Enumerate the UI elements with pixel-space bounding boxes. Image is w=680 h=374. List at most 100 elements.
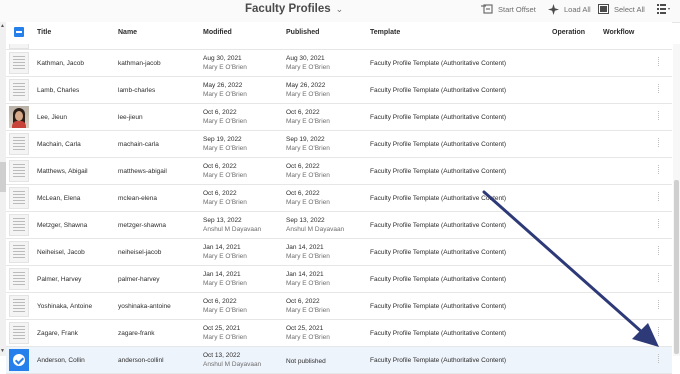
column-modified[interactable]: Modified <box>203 29 232 36</box>
document-thumbnail <box>9 79 29 101</box>
selected-check-icon[interactable] <box>9 349 29 371</box>
modified-date: Jan 14, 2021 <box>203 244 241 251</box>
published-date: Oct 6, 2022 <box>286 163 320 170</box>
row-name: zagare-frank <box>118 330 155 337</box>
published-by: Mary E O'Brien <box>286 118 330 125</box>
column-published[interactable]: Published <box>286 29 319 36</box>
published-by: Mary E O'Brien <box>286 91 330 98</box>
column-template[interactable]: Template <box>370 29 400 36</box>
start-offset-button[interactable]: Start Offset <box>481 4 536 14</box>
table-row[interactable]: Lee, Jieun lee-jieun Oct 6, 2022 Mary E O'B… <box>6 104 672 131</box>
modified-by: Mary E O'Brien <box>203 253 247 260</box>
row-title[interactable]: Kathman, Jacob <box>37 60 84 67</box>
more-actions-icon[interactable] <box>658 192 661 201</box>
more-actions-icon[interactable] <box>658 327 661 336</box>
row-title[interactable]: Zagare, Frank <box>37 330 78 337</box>
row-published: Oct 6, 2022 Mary E O'Brien <box>286 297 330 315</box>
more-actions-icon[interactable] <box>658 219 661 228</box>
published-date: May 26, 2022 <box>286 82 326 89</box>
row-template: Faculty Profile Template (Authoritative … <box>370 357 507 364</box>
right-scrollbar[interactable] <box>673 44 680 356</box>
column-workflow[interactable]: Workflow <box>603 29 634 36</box>
more-actions-icon[interactable] <box>658 111 661 120</box>
row-title[interactable]: Lamb, Charles <box>37 87 79 94</box>
column-title[interactable]: Title <box>37 29 51 36</box>
row-published: Jan 14, 2021 Mary E O'Brien <box>286 243 330 261</box>
row-published: Oct 6, 2022 Mary E O'Brien <box>286 189 330 207</box>
document-thumbnail <box>9 214 29 236</box>
table-row[interactable]: Kathman, Jacob kathman-jacob Aug 30, 2021 M… <box>6 50 672 77</box>
modified-by: Anshul M Dayavaan <box>203 226 262 233</box>
document-thumbnail <box>9 295 29 317</box>
published-by: Mary E O'Brien <box>286 145 330 152</box>
row-title[interactable]: Lee, Jieun <box>37 114 67 121</box>
row-modified: Jan 14, 2021 Mary E O'Brien <box>203 243 247 261</box>
table-row[interactable]: Lamb, Charles lamb-charles May 26, 2022 Mar… <box>6 77 672 104</box>
row-published: Sep 19, 2022 Mary E O'Brien <box>286 135 330 153</box>
row-title[interactable]: McLean, Elena <box>37 195 80 202</box>
collection-title: Faculty Profiles <box>245 3 331 15</box>
modified-by: Mary E O'Brien <box>203 145 247 152</box>
table-row[interactable]: McLean, Elena mclean-elena Oct 6, 2022 Mary… <box>6 185 672 212</box>
row-modified: Oct 6, 2022 Mary E O'Brien <box>203 108 247 126</box>
row-title[interactable]: Metzger, Shawna <box>37 222 87 229</box>
table-row[interactable]: Palmer, Harvey palmer-harvey Jan 14, 2021 M… <box>6 266 672 293</box>
table-row[interactable]: Zagare, Frank zagare-frank Oct 25, 2021 Mar… <box>6 320 672 347</box>
row-template: Faculty Profile Template (Authoritative … <box>370 141 507 148</box>
more-actions-icon[interactable] <box>658 273 661 282</box>
column-name[interactable]: Name <box>118 29 137 36</box>
more-actions-icon[interactable] <box>658 84 661 93</box>
row-published: Oct 6, 2022 Mary E O'Brien <box>286 162 330 180</box>
row-template: Faculty Profile Template (Authoritative … <box>370 168 507 175</box>
row-name: kathman-jacob <box>118 60 161 67</box>
row-title[interactable]: Palmer, Harvey <box>37 276 81 283</box>
collection-title-dropdown[interactable]: Faculty Profiles ⌄ <box>245 3 343 15</box>
load-all-button[interactable]: Load All <box>548 4 591 15</box>
row-title[interactable]: Yoshinaka, Antoine <box>37 303 92 310</box>
row-modified: Jan 14, 2021 Mary E O'Brien <box>203 270 247 288</box>
more-actions-icon[interactable] <box>658 165 661 174</box>
published-date: Jan 14, 2021 <box>286 271 324 278</box>
more-actions-icon[interactable] <box>658 354 661 363</box>
scroll-down-icon[interactable]: ▼ <box>0 348 5 354</box>
view-switcher-button[interactable] <box>657 4 671 14</box>
row-published: Sep 13, 2022 Anshul M Dayavaan <box>286 216 344 234</box>
row-name: yoshinaka-antoine <box>118 303 171 310</box>
row-modified: Oct 25, 2021 Mary E O'Brien <box>203 324 247 342</box>
modified-by: Mary E O'Brien <box>203 118 247 125</box>
modified-date: Oct 6, 2022 <box>203 298 237 305</box>
select-all-checkbox[interactable] <box>14 27 24 37</box>
toolbar: Faculty Profiles ⌄ Start Offset Load All… <box>0 0 680 23</box>
row-template: Faculty Profile Template (Authoritative … <box>370 87 507 94</box>
row-title[interactable]: Neiheisel, Jacob <box>37 249 85 256</box>
scroll-up-icon[interactable]: ▲ <box>0 23 5 29</box>
row-title[interactable]: Anderson, Collin <box>37 357 85 364</box>
more-actions-icon[interactable] <box>658 138 661 147</box>
row-template: Faculty Profile Template (Authoritative … <box>370 249 507 256</box>
column-operation[interactable]: Operation <box>552 29 585 36</box>
row-name: metzger-shawna <box>118 222 167 229</box>
published-by: Mary E O'Brien <box>286 172 330 179</box>
row-modified: Oct 6, 2022 Mary E O'Brien <box>203 297 247 315</box>
row-published: Oct 25, 2021 Mary E O'Brien <box>286 324 330 342</box>
more-actions-icon[interactable] <box>658 57 661 66</box>
published-date: Aug 30, 2021 <box>286 55 325 62</box>
modified-by: Mary E O'Brien <box>203 199 247 206</box>
row-title[interactable]: Matthews, Abigail <box>37 168 88 175</box>
row-modified: Oct 6, 2022 Mary E O'Brien <box>203 162 247 180</box>
item-table: Kathman, Jacob kathman-jacob Aug 30, 2021 M… <box>6 44 672 374</box>
select-all-button[interactable]: Select All <box>598 4 645 14</box>
published-by: Mary E O'Brien <box>286 253 330 260</box>
row-title[interactable]: Machain, Carla <box>37 141 81 148</box>
table-row[interactable]: Anderson, Collin anderson-collinl Oct 13, … <box>6 347 672 374</box>
table-row[interactable]: Neiheisel, Jacob neiheisel-jacob Jan 14, 2… <box>6 239 672 266</box>
more-actions-icon[interactable] <box>658 300 661 309</box>
right-scrollbar-thumb[interactable] <box>674 180 679 354</box>
row-modified: May 26, 2022 Mary E O'Brien <box>203 81 247 99</box>
table-row[interactable]: Yoshinaka, Antoine yoshinaka-antoine Oct 6… <box>6 293 672 320</box>
more-actions-icon[interactable] <box>658 246 661 255</box>
table-row[interactable]: Metzger, Shawna metzger-shawna Sep 13, 202… <box>6 212 672 239</box>
table-row[interactable]: Machain, Carla machain-carla Sep 19, 2022 M… <box>6 131 672 158</box>
table-row[interactable]: Matthews, Abigail matthews-abigail Oct 6, … <box>6 158 672 185</box>
row-modified: Oct 13, 2022 Anshul M Dayavaan <box>203 351 261 369</box>
